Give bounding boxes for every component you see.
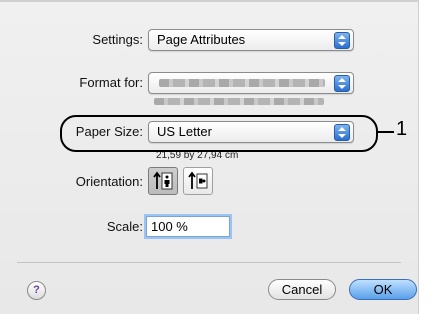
landscape-icon xyxy=(188,171,208,189)
help-button[interactable]: ? xyxy=(27,281,46,300)
portrait-icon xyxy=(153,171,173,190)
orientation-portrait-button[interactable] xyxy=(148,167,178,195)
callout-leader-line xyxy=(376,131,394,133)
orientation-label: Orientation: xyxy=(75,174,143,189)
format-for-label: Format for: xyxy=(79,75,143,90)
format-for-popup[interactable] xyxy=(148,72,354,94)
popup-arrows-icon xyxy=(334,32,350,49)
scale-label: Scale: xyxy=(106,219,143,234)
top-border xyxy=(0,0,418,2)
ok-button[interactable]: OK xyxy=(349,279,417,300)
separator xyxy=(17,262,401,263)
format-for-blurred-subtext xyxy=(154,98,324,105)
callout-number: 1 xyxy=(396,118,408,140)
settings-value: Page Attributes xyxy=(157,32,246,47)
popup-arrows-icon xyxy=(334,75,350,92)
scale-value: 100 % xyxy=(151,219,188,234)
callout-highlight xyxy=(60,115,378,152)
scale-input[interactable]: 100 % xyxy=(146,216,230,237)
orientation-landscape-button[interactable] xyxy=(183,167,213,195)
format-for-blurred-value xyxy=(159,79,325,87)
settings-label: Settings: xyxy=(92,32,143,47)
settings-popup[interactable]: Page Attributes xyxy=(148,29,354,51)
page-setup-dialog: Settings: Page Attributes Format for: Pa… xyxy=(0,0,419,314)
cancel-button[interactable]: Cancel xyxy=(268,279,336,300)
